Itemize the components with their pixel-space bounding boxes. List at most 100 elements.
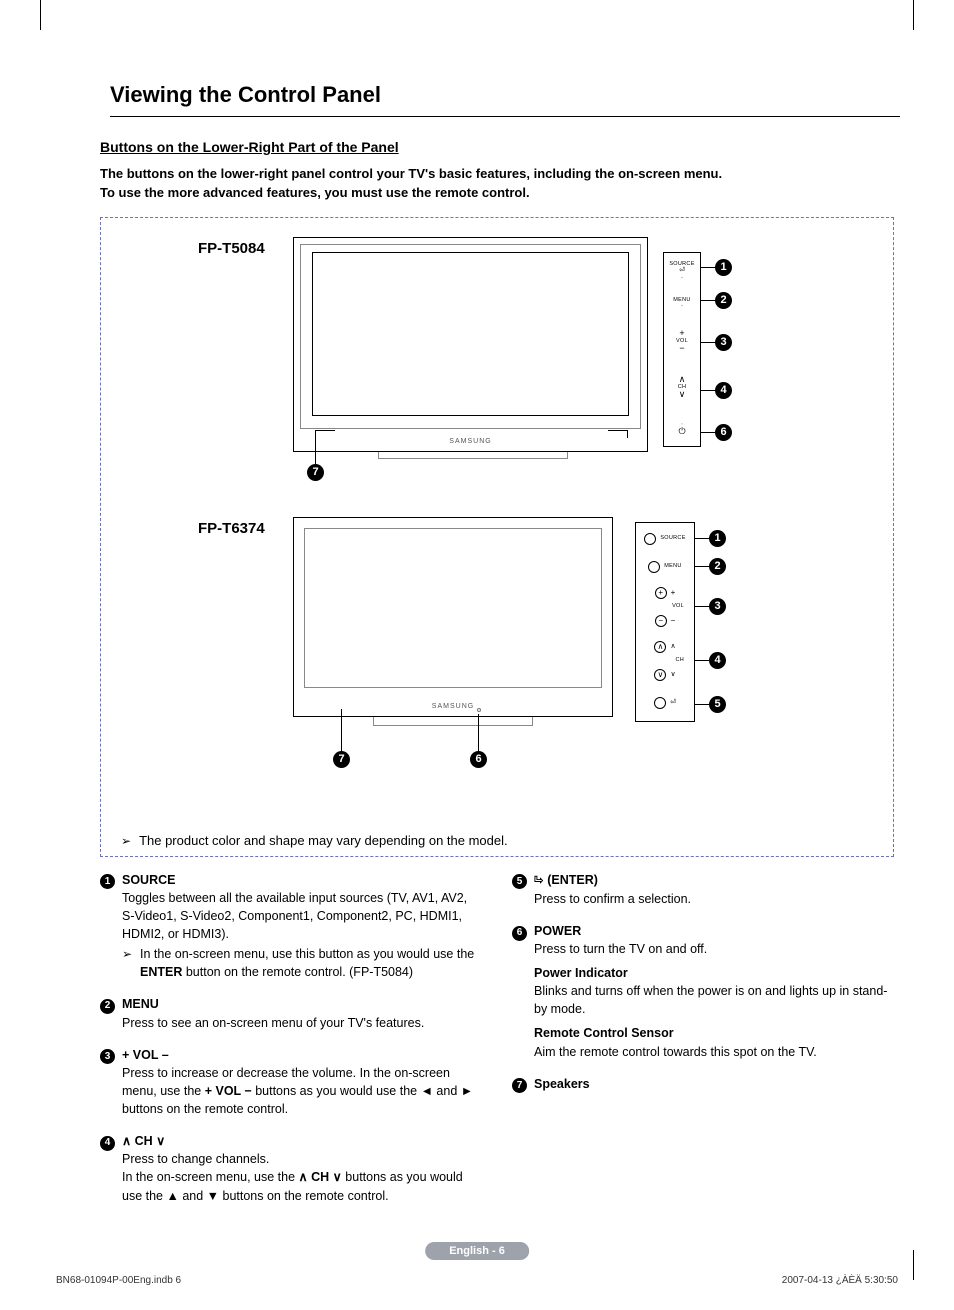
panel-2-menu: MENU — [636, 561, 694, 573]
item-4-body-b: In the on-screen menu, use the CH button… — [122, 1168, 482, 1204]
right-column: 5 (ENTER) Press to confirm a selection. … — [512, 871, 894, 1219]
item-3-body: Press to increase or decrease the volume… — [122, 1064, 482, 1118]
model-2-label: FP-T6374 — [198, 520, 265, 537]
panel-1-ch: ∧CH∨ — [664, 375, 700, 400]
footer-left: BN68-01094P-00Eng.indb 6 — [56, 1275, 181, 1286]
samsung-logo: SAMSUNG — [449, 438, 491, 445]
item-2-title: MENU — [122, 997, 159, 1011]
tv-1-stand — [378, 452, 568, 459]
tv-2-stand — [373, 717, 533, 726]
num-badge-1: 1 — [100, 874, 115, 889]
panel-2-ch-lbl: CH — [636, 657, 684, 664]
callout-6b: 6 — [470, 751, 487, 768]
arrow-icon — [122, 945, 140, 981]
descriptions: 1 SOURCE Toggles between all the availab… — [100, 871, 894, 1219]
page-title: Viewing the Control Panel — [110, 80, 900, 114]
samsung-logo: SAMSUNG — [432, 703, 474, 710]
num-badge-4: 4 — [100, 1136, 115, 1151]
item-4: 4 CH Press to change channels. In the on… — [100, 1132, 482, 1205]
enter-icon — [534, 873, 547, 887]
num-badge-3: 3 — [100, 1049, 115, 1064]
item-1-sub: In the on-screen menu, use this button a… — [122, 945, 482, 981]
manual-page: Viewing the Control Panel Buttons on the… — [0, 0, 954, 1310]
item-4-title: CH — [122, 1134, 165, 1148]
num-badge-2: 2 — [100, 999, 115, 1014]
panel-1-source: SOURCE⏎◦ — [664, 261, 700, 282]
down-chevron-icon — [156, 1134, 165, 1148]
content-area: Viewing the Control Panel Buttons on the… — [100, 80, 894, 1219]
item-6-body: Press to turn the TV on and off. — [534, 940, 894, 958]
callout-3b: 3 — [709, 598, 726, 615]
item-2-body: Press to see an on-screen menu of your T… — [122, 1014, 424, 1032]
footer-right: 2007-04-13 ¿ÀÈÄ 5:30:50 — [782, 1275, 898, 1286]
item-7-title: Speakers — [534, 1077, 590, 1091]
item-3-title: + VOL – — [122, 1048, 169, 1062]
num-badge-6: 6 — [512, 926, 527, 941]
callout-1b: 1 — [709, 530, 726, 547]
item-2: 2 MENU Press to see an on-screen menu of… — [100, 995, 482, 1031]
item-1-title: SOURCE — [122, 873, 175, 887]
crop-mark — [913, 0, 914, 30]
item-6-body3: Aim the remote control towards this spot… — [534, 1043, 894, 1061]
callout-2b: 2 — [709, 558, 726, 575]
panel-2-ch-up: ∧∧ — [636, 641, 694, 653]
item-6-title: POWER — [534, 924, 581, 938]
title-bar: Viewing the Control Panel — [100, 80, 894, 117]
item-4-body-a: Press to change channels. — [122, 1150, 482, 1168]
item-5-body: Press to confirm a selection. — [534, 890, 691, 908]
item-6-h3: Remote Control Sensor — [534, 1024, 894, 1042]
item-1: 1 SOURCE Toggles between all the availab… — [100, 871, 482, 982]
item-6: 6 POWER Press to turn the TV on and off.… — [512, 922, 894, 1061]
diagram-box: FP-T5084 SAMSUNG SOURCE⏎◦ MENU◦ +VOL− ∧C… — [100, 217, 894, 857]
tv-1-screen — [312, 252, 629, 416]
tv-1: SAMSUNG — [293, 237, 648, 452]
num-badge-5: 5 — [512, 874, 527, 889]
intro-line-1: The buttons on the lower-right panel con… — [100, 166, 722, 181]
callout-3: 3 — [715, 334, 732, 351]
page-number-pill: English - 6 — [425, 1242, 529, 1260]
panel-1-power: ◦ — [664, 421, 700, 437]
callout-5b: 5 — [709, 696, 726, 713]
item-6-h2: Power Indicator — [534, 964, 894, 982]
power-icon — [678, 429, 685, 436]
tv-2-screen — [304, 528, 602, 688]
callout-4b: 4 — [709, 652, 726, 669]
num-badge-7: 7 — [512, 1078, 527, 1093]
item-1-body: Toggles between all the available input … — [122, 889, 482, 943]
panel-1-vol: +VOL− — [664, 329, 700, 354]
panel-2-vol-plus: ++ — [636, 587, 694, 599]
tv-2: SAMSUNG — [293, 517, 613, 717]
panel-1: SOURCE⏎◦ MENU◦ +VOL− ∧CH∨ ◦ — [663, 252, 701, 447]
intro-line-2: To use the more advanced features, you m… — [100, 185, 530, 200]
callout-7b: 7 — [333, 751, 350, 768]
crop-mark — [913, 1250, 914, 1280]
callout-7: 7 — [307, 464, 324, 481]
left-column: 1 SOURCE Toggles between all the availab… — [100, 871, 482, 1219]
diagram-note: The product color and shape may vary dep… — [121, 833, 508, 848]
crop-mark — [40, 0, 41, 30]
model-1-label: FP-T5084 — [198, 240, 265, 257]
callout-1: 1 — [715, 259, 732, 276]
item-7: 7 Speakers — [512, 1075, 894, 1094]
title-underline — [110, 116, 900, 117]
callout-4: 4 — [715, 382, 732, 399]
panel-1-menu: MENU◦ — [664, 297, 700, 310]
callout-2: 2 — [715, 292, 732, 309]
up-chevron-icon — [122, 1134, 131, 1148]
diagram-area: FP-T5084 SAMSUNG SOURCE⏎◦ MENU◦ +VOL− ∧C… — [123, 232, 871, 802]
item-5: 5 (ENTER) Press to confirm a selection. — [512, 871, 894, 908]
panel-2: SOURCE MENU ++ VOL −− ∧∧ CH ∨∨ ⏎ — [635, 522, 695, 722]
item-3: 3 + VOL – Press to increase or decrease … — [100, 1046, 482, 1119]
sensor-dot — [477, 708, 481, 712]
subheading: Buttons on the Lower-Right Part of the P… — [100, 139, 894, 155]
panel-2-vol-minus: −− — [636, 615, 694, 627]
item-5-title: (ENTER) — [534, 873, 598, 887]
panel-2-ch-down: ∨∨ — [636, 669, 694, 681]
item-6-body2: Blinks and turns off when the power is o… — [534, 982, 894, 1018]
panel-2-enter: ⏎ — [636, 697, 694, 709]
panel-2-vol-lbl: VOL — [636, 603, 684, 610]
callout-6: 6 — [715, 424, 732, 441]
panel-2-source: SOURCE — [636, 533, 694, 545]
intro-text: The buttons on the lower-right panel con… — [100, 165, 894, 203]
note-arrow-icon — [121, 833, 131, 848]
